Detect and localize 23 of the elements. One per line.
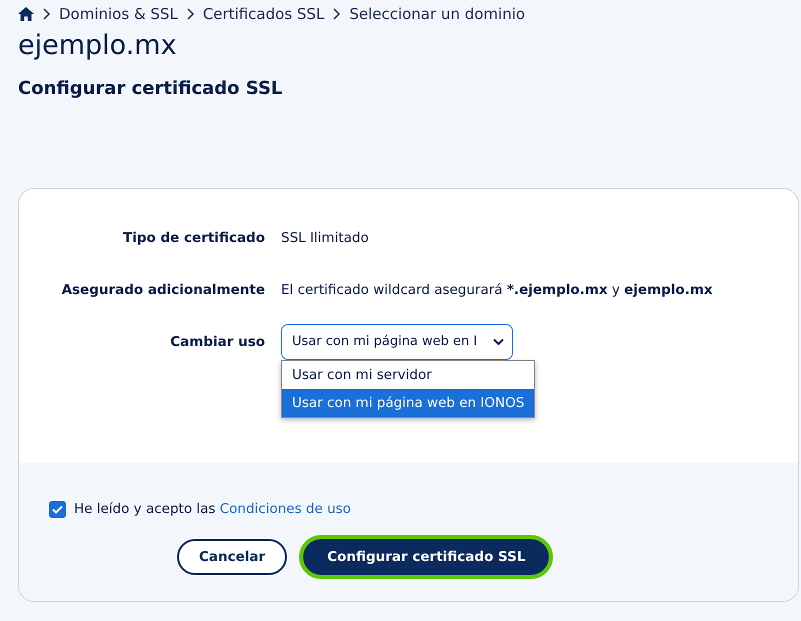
breadcrumb-link[interactable]: Certificados SSL: [202, 2, 324, 26]
field-value: SSL Ilimitado: [281, 228, 369, 248]
breadcrumb-link[interactable]: Dominios & SSL: [59, 2, 178, 26]
caret-icon: [493, 338, 504, 346]
cancel-button[interactable]: Cancelar: [177, 539, 288, 576]
field-label: Tipo de certificado: [122, 228, 266, 248]
section-title: Configurar certificado SSL: [18, 78, 284, 100]
chevron-icon: [186, 8, 195, 20]
chevron-icon: [42, 8, 51, 20]
checkbox[interactable]: [49, 500, 66, 518]
usage-select[interactable]: Usar con mi página web en I: [281, 324, 513, 360]
page-title: ejemplo.mx: [18, 30, 178, 62]
checkmark-icon: [52, 504, 63, 514]
dropdown-option[interactable]: Usar con mi servidor: [282, 360, 534, 390]
breadcrumb-current: Seleccionar un dominio: [349, 4, 526, 25]
agreement-text: He leído y acepto las Condiciones de uso: [74, 500, 351, 519]
terms-link[interactable]: Condiciones de uso: [220, 500, 351, 517]
dropdown-option[interactable]: Usar con mi página web en IONOS: [282, 389, 534, 418]
field-value: El certificado wildcard asegurará *.ejemplo.mx y ejemplo.mx: [281, 280, 713, 300]
field-label: Cambiar uso: [169, 332, 266, 352]
chevron-icon: [332, 8, 342, 20]
field-label: Asegurado adicionalmente: [60, 280, 266, 300]
home-icon[interactable]: [18, 7, 34, 21]
